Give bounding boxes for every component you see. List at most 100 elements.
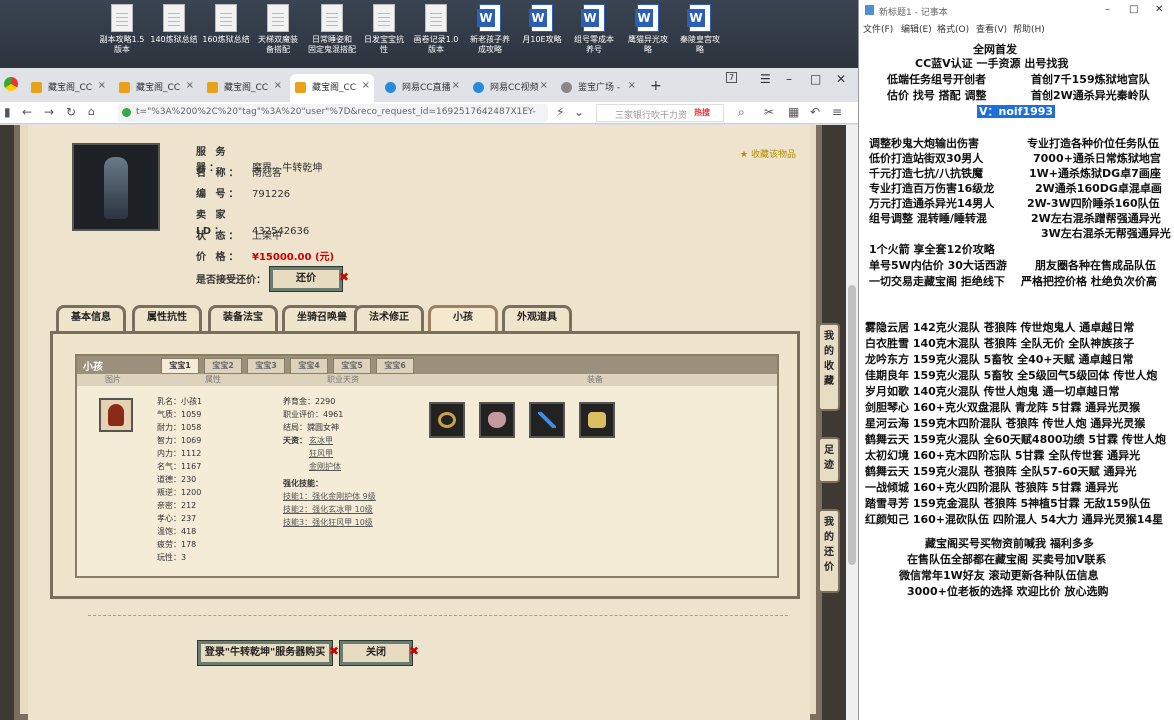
home-icon[interactable]: ⌂ xyxy=(88,105,95,118)
browser-tab[interactable]: 鉴宝广场 - × xyxy=(556,74,640,102)
desktop-shortcut-label: 副本攻略1.5 xyxy=(99,35,145,44)
doc-icon xyxy=(267,4,289,32)
tab-spell-correction[interactable]: 法术修正 xyxy=(354,305,424,331)
minimize-icon[interactable]: – xyxy=(786,72,792,86)
menu-format[interactable]: 格式(O) xyxy=(937,22,969,35)
tab-baby-4[interactable]: 宝宝4 xyxy=(290,358,328,374)
sidebar-toggle-icon[interactable]: ▮ xyxy=(4,105,11,119)
equip-sword-icon[interactable] xyxy=(529,402,565,438)
desktop-shortcut[interactable]: 日常睡姿和 固定鬼混搭配 xyxy=(304,4,360,55)
more-icon[interactable]: ≡ xyxy=(832,105,842,119)
menu-file[interactable]: 文件(F) xyxy=(863,22,893,35)
menu-view[interactable]: 查看(V) xyxy=(976,22,1007,35)
desktop-shortcut[interactable]: W 鹰猫异光攻略 xyxy=(620,4,676,55)
minimize-icon[interactable]: – xyxy=(1105,4,1110,15)
menu-edit[interactable]: 编辑(E) xyxy=(901,22,932,35)
stat: 内力：1112 xyxy=(157,449,202,458)
search-icon[interactable]: ⌕ xyxy=(738,105,745,120)
desktop-shortcut[interactable]: 160炼狱总结 xyxy=(198,4,254,45)
tab-equipment[interactable]: 装备法宝 xyxy=(208,305,278,331)
skill-link[interactable]: 技能3：强化狂风甲 10级 xyxy=(283,517,373,529)
desktop-shortcut[interactable]: 天梯双魔装 备搭配 xyxy=(250,4,306,55)
doc-icon xyxy=(215,4,237,32)
skill-link[interactable]: 技能2：强化玄冰甲 10级 xyxy=(283,504,373,516)
desktop-shortcut[interactable]: W 月10E攻略 xyxy=(514,4,570,45)
desktop-shortcut[interactable]: W 秦陵皇宫攻略 xyxy=(672,4,728,55)
desktop-shortcut-label: 日发宝宝抗 xyxy=(364,35,404,44)
notepad-line: 千元打造七抗/八抗铁魔 xyxy=(869,167,984,180)
forward-icon[interactable]: → xyxy=(44,105,54,119)
tab-baby-3[interactable]: 宝宝3 xyxy=(247,358,285,374)
child-face xyxy=(108,404,124,426)
side-footprints[interactable]: 足迹 xyxy=(818,437,840,483)
scrollbar-thumb[interactable] xyxy=(848,285,856,565)
tab-basic-info[interactable]: 基本信息 xyxy=(56,305,126,331)
desktop-shortcut[interactable]: 日发宝宝抗性 xyxy=(356,4,412,55)
tab-close-icon[interactable]: × xyxy=(274,80,282,91)
browser-tab[interactable]: 藏宝阁_CC × xyxy=(26,74,110,102)
page-content: 服 务 器： 魔界-- 牛转乾坤 名 称： 南冠客 编 号： 791226 卖 家 I… xyxy=(0,125,846,720)
desktop-shortcut[interactable]: 副本攻略1.5 版本 xyxy=(94,4,150,55)
skill-link[interactable]: 技能1：强化金刚护体 9级 xyxy=(283,491,376,503)
hot-search-badge[interactable]: 热搜 xyxy=(694,107,710,118)
tab-close-icon[interactable]: × xyxy=(452,80,460,91)
tab-baby-5[interactable]: 宝宝5 xyxy=(333,358,371,374)
browser-logo-icon[interactable] xyxy=(4,77,18,91)
equip-boots-icon[interactable] xyxy=(579,402,615,438)
tab-appearance[interactable]: 外观道具 xyxy=(502,305,572,331)
maximize-icon[interactable]: □ xyxy=(1129,4,1138,15)
talent-link[interactable]: 狂风甲 xyxy=(309,448,333,460)
notepad-text[interactable]: 全网首发 CC蓝V认证 一手资源 出号找我 低端任务组号开创者 首创7千159炼狱地宫… xyxy=(859,38,1174,720)
desktop-shortcut[interactable]: 140炼狱总结 xyxy=(146,4,202,45)
browser-tab[interactable]: 网易CC直播 × xyxy=(380,74,464,102)
browser-tab[interactable]: 藏宝阁_CC × xyxy=(114,74,198,102)
tab-mounts-pets[interactable]: 坐骑召唤兽 xyxy=(282,305,362,331)
tab-attributes[interactable]: 属性抗性 xyxy=(132,305,202,331)
browser-tab[interactable]: 网易CC视频 × xyxy=(468,74,552,102)
tab-close-icon[interactable]: × xyxy=(540,80,548,91)
browser-tab-active[interactable]: 藏宝阁_CC × xyxy=(290,74,374,102)
page-scrollbar[interactable] xyxy=(846,125,858,720)
back-icon[interactable]: ← xyxy=(22,105,32,119)
close-button[interactable]: 关闭 ✖ xyxy=(339,640,419,666)
login-buy-button[interactable]: 登录"牛转乾坤"服务器购买 ✖ xyxy=(197,640,339,666)
close-icon[interactable]: ✕ xyxy=(1155,4,1163,15)
side-my-favorites[interactable]: 我的收藏 xyxy=(818,323,840,411)
bargain-button[interactable]: 还价 ✖ xyxy=(269,266,349,292)
desktop-shortcut[interactable]: W 组号零成本 养号 xyxy=(566,4,622,55)
dropdown-icon[interactable]: ⌄ xyxy=(574,105,584,119)
maximize-icon[interactable]: □ xyxy=(810,72,821,86)
desktop-shortcut[interactable]: 画卷记录1.0 版本 xyxy=(408,4,464,55)
tab-baby-6[interactable]: 宝宝6 xyxy=(376,358,414,374)
menu-help[interactable]: 帮助(H) xyxy=(1013,22,1045,35)
side-my-bargains[interactable]: 我的还价 xyxy=(818,509,840,593)
tab-baby-1[interactable]: 宝宝1 xyxy=(161,358,199,374)
undo-icon[interactable]: ↶ xyxy=(810,105,820,119)
tab-child[interactable]: 小孩 xyxy=(428,305,498,331)
tab-close-icon[interactable]: × xyxy=(628,80,636,91)
tab-baby-2[interactable]: 宝宝2 xyxy=(204,358,242,374)
menu-icon[interactable]: ☰ xyxy=(760,72,771,86)
talent-link[interactable]: 玄冰甲 xyxy=(309,435,333,447)
close-icon[interactable]: ✕ xyxy=(836,72,846,86)
equip-ring-icon[interactable] xyxy=(429,402,465,438)
desktop-shortcut-label: 月10E攻略 xyxy=(522,35,562,44)
desktop-shortcut[interactable]: W 新老孩子养 成攻略 xyxy=(462,4,518,55)
talent-link[interactable]: 金刚护体 xyxy=(309,461,341,473)
tab-close-icon[interactable]: × xyxy=(186,80,194,91)
tab-counter[interactable]: 7 xyxy=(726,72,738,83)
reload-icon[interactable]: ↻ xyxy=(66,105,76,119)
stat: 道德：230 xyxy=(157,475,197,484)
equip-pouch-icon[interactable] xyxy=(479,402,515,438)
new-tab-icon[interactable]: + xyxy=(650,78,662,94)
grid-icon[interactable]: ▦ xyxy=(788,105,799,119)
notepad-line: 雾隐云居 142克火混队 苍狼阵 传世炮鬼人 通卓越日常 xyxy=(865,321,1135,334)
tab-close-icon[interactable]: × xyxy=(98,80,106,91)
browser-tab[interactable]: 藏宝阁_CC × xyxy=(202,74,286,102)
tab-close-icon[interactable]: × xyxy=(362,80,370,91)
address-bar[interactable]: t="%3A%200%2C%20"tag"%3A%20"user"%7D&rec… xyxy=(118,104,548,122)
collect-link[interactable]: ★ 收藏该物品 xyxy=(740,147,796,160)
stat: 玩性：3 xyxy=(157,553,187,562)
scissors-icon[interactable]: ✂ xyxy=(764,105,774,119)
lightning-icon[interactable]: ⚡ xyxy=(556,105,564,119)
